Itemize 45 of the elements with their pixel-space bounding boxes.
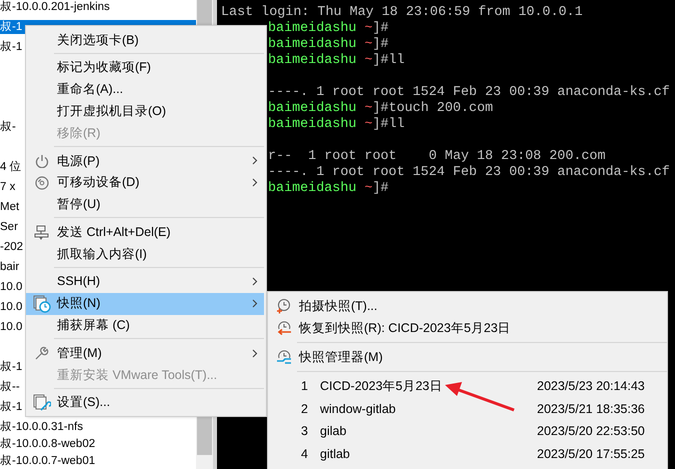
menu-item[interactable]: 可移动设备(D): [26, 172, 264, 194]
wrench-icon: [34, 346, 49, 361]
disc-icon: [34, 176, 48, 190]
menu-item[interactable]: 抓取输入内容(I): [26, 243, 264, 265]
menu-item[interactable]: 捕获屏幕 (C): [26, 314, 264, 336]
menu-item[interactable]: 打开虚拟机目录(O): [26, 100, 264, 122]
menu-item[interactable]: SSH(H): [26, 270, 264, 293]
snapshot-item[interactable]: 4 gitlab 2023/5/20 17:55:25: [268, 443, 667, 466]
snapshot-item[interactable]: 3 gilab 2023/5/20 22:53:50: [268, 420, 667, 444]
menu-item[interactable]: 发送 Ctrl+Alt+Del(E): [26, 221, 264, 244]
menu-item[interactable]: 设置(S)...: [26, 392, 264, 414]
menu-item[interactable]: 恢复到快照(R): CICD-2023年5月23日: [268, 317, 667, 339]
terminal-line: ----. 1 root root 1524 Feb 23 00:39 anaconda-ks.cf: [267, 165, 671, 181]
tree-item[interactable]: 叔-10.0.0.201-jenkins: [0, 0, 196, 14]
menu-item[interactable]: 标记为收藏项(F): [26, 56, 264, 79]
snapshot-item[interactable]: 1 CICD-2023年5月23日 2023/5/23 20:14:43: [268, 375, 667, 398]
terminal-line: ----. 1 root root 1524 Feb 23 00:39 anaconda-ks.cf: [267, 85, 671, 101]
terminal-line: Last login: Thu May 18 23:06:59 from 10.0.0.1: [220, 5, 584, 21]
snapshot-icon: [32, 294, 50, 313]
arrow-annotation: [445, 382, 515, 412]
terminal-line: baimeidashu ~]#: [267, 181, 390, 197]
terminal-line: baimeidashu ~]#ll: [267, 53, 406, 69]
terminal-line: baimeidashu ~]#: [267, 21, 390, 37]
menu-item[interactable]: 电源(P): [26, 150, 264, 172]
menu-item[interactable]: 拍摄快照(T)...: [268, 295, 667, 317]
restore-icon: [276, 320, 292, 336]
menu-item[interactable]: 关闭选项卡(B): [26, 29, 264, 51]
menu-item[interactable]: 快照管理器(M): [268, 346, 667, 368]
power-icon: [34, 154, 48, 168]
terminal-line: baimeidashu ~]#touch 200.com: [267, 101, 494, 117]
menu-item[interactable]: 管理(M): [26, 342, 264, 364]
clock-icon: [276, 298, 292, 314]
menu-item[interactable]: 快照(N): [26, 292, 264, 315]
snapshot-manager-icon: [276, 349, 292, 365]
menu-item[interactable]: 重命名(A)...: [26, 78, 264, 100]
settings-icon: [32, 394, 50, 412]
terminal-line: baimeidashu ~]#: [267, 37, 390, 53]
tree-item[interactable]: 叔-10.0.0.7-web01: [0, 454, 196, 468]
menu-item[interactable]: 暂停(U): [26, 194, 264, 216]
snapshot-item[interactable]: 2 window-gitlab 2023/5/21 18:35:36: [268, 398, 667, 420]
tree-item[interactable]: 叔-10.0.0.8-web02: [0, 437, 196, 451]
terminal-line: r-- 1 root root 0 May 18 23:08 200.com: [267, 149, 606, 165]
terminal-line: baimeidashu ~]#ll: [267, 117, 406, 133]
network-icon: [34, 224, 49, 240]
tree-item[interactable]: 叔-10.0.0.31-nfs: [0, 420, 196, 434]
